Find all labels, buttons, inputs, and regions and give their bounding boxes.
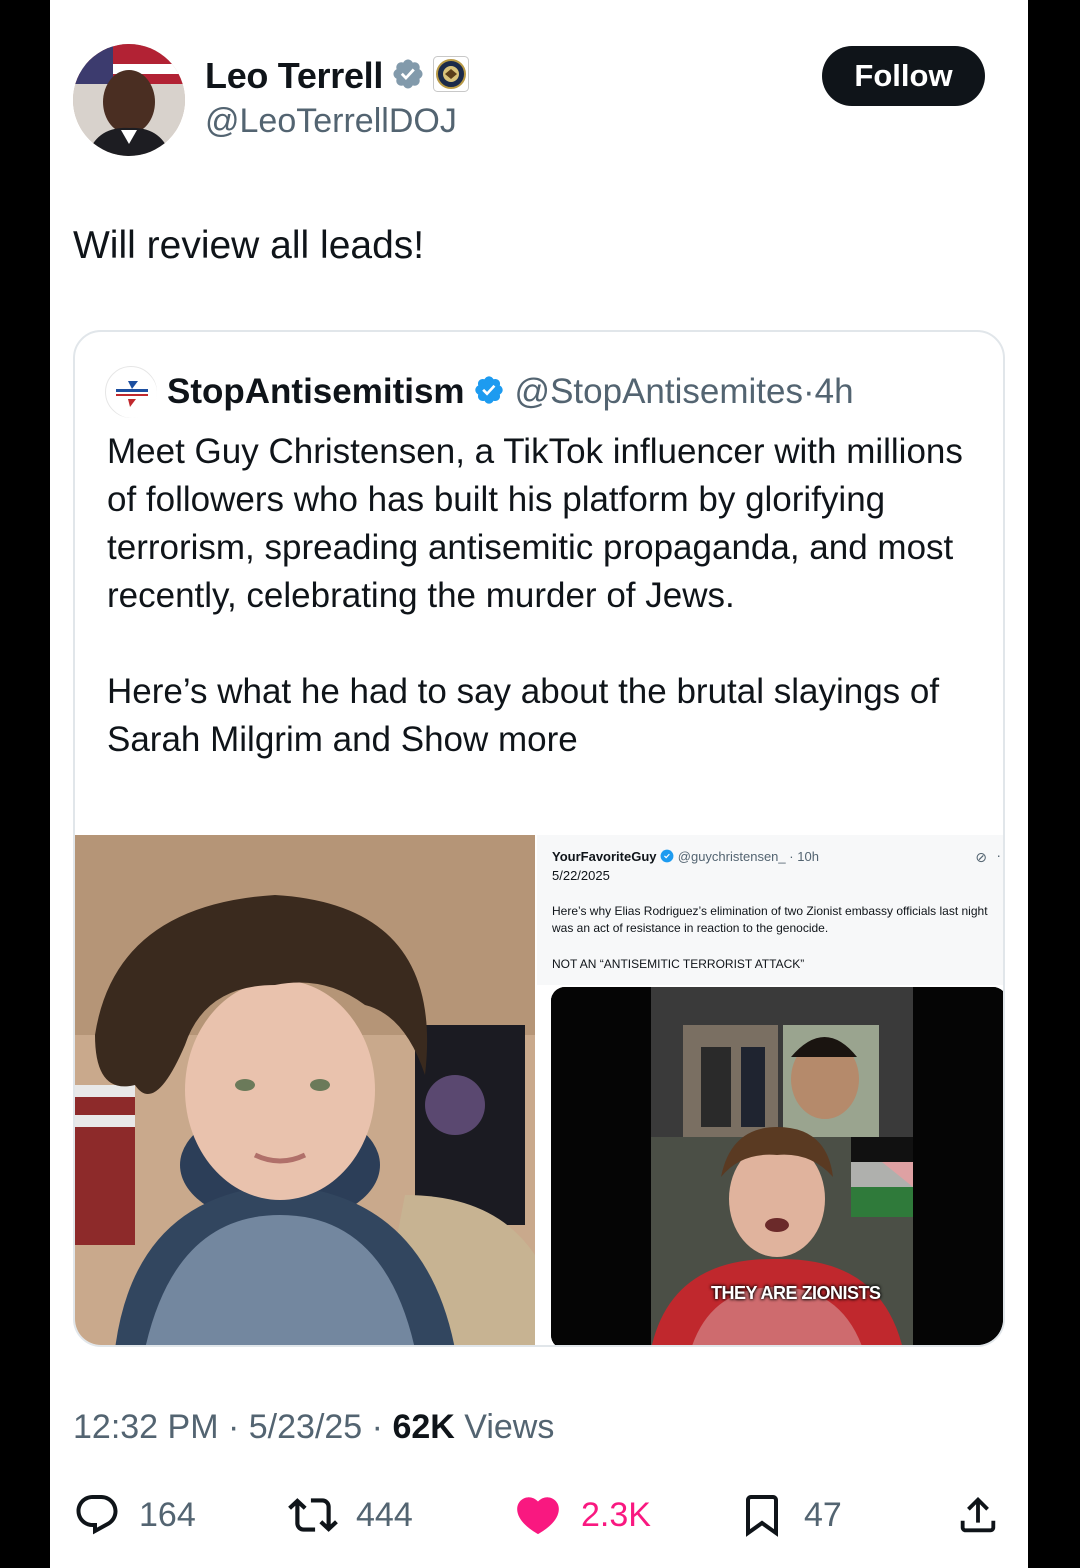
embedded-caps-text: NOT AN “ANTISEMITIC TERRORIST ATTACK” xyxy=(552,957,805,971)
author-avatar[interactable] xyxy=(73,44,185,156)
show-more-link[interactable]: Show more xyxy=(401,720,578,759)
quoted-tweet[interactable]: StopAntisemitism @StopAntisemites · 4h M… xyxy=(73,330,1005,1347)
quoted-media[interactable]: YourFavoriteGuy @guychristensen_ · 10h 5… xyxy=(75,835,1003,1345)
quoted-handle[interactable]: @StopAntisemites xyxy=(515,372,803,412)
reply-button[interactable]: 164 xyxy=(73,1485,196,1545)
embedded-text: Here’s why Elias Rodriguez’s elimination… xyxy=(552,904,988,935)
tweet-metadata: 12:32 PM · 5/23/25 · 62K Views xyxy=(73,1408,554,1447)
quoted-display-name[interactable]: StopAntisemitism xyxy=(167,372,465,412)
embedded-date: 5/22/2025 xyxy=(552,868,610,883)
verified-badge-icon xyxy=(473,374,505,411)
tweet-text: Will review all leads! xyxy=(73,224,425,267)
bookmark-button[interactable]: 47 xyxy=(738,1485,842,1545)
quoted-paragraph-1: Meet Guy Christensen, a TikTok influence… xyxy=(107,432,963,615)
quoted-text: Meet Guy Christensen, a TikTok influence… xyxy=(107,428,987,812)
like-button[interactable]: 2.3K xyxy=(513,1485,651,1545)
video-caption: THEY ARE ZIONISTS xyxy=(711,1283,881,1303)
quoted-author-avatar[interactable] xyxy=(105,366,157,418)
embedded-display-name: YourFavoriteGuy xyxy=(552,849,657,864)
bookmark-icon xyxy=(738,1491,786,1539)
reply-count: 164 xyxy=(139,1495,196,1534)
embedded-time: 10h xyxy=(797,849,819,864)
share-button[interactable] xyxy=(955,1485,1001,1545)
quoted-timestamp[interactable]: 4h xyxy=(815,372,854,412)
separator-dot: · xyxy=(789,849,794,864)
repost-count: 444 xyxy=(356,1495,413,1534)
verified-badge-icon xyxy=(660,849,674,866)
author-handle[interactable]: @LeoTerrellDOJ xyxy=(205,102,457,141)
author-display-name[interactable]: Leo Terrell xyxy=(205,55,383,97)
follow-button[interactable]: Follow xyxy=(822,46,985,106)
bookmark-count: 47 xyxy=(804,1495,842,1534)
repost-icon xyxy=(288,1490,338,1540)
repost-button[interactable]: 444 xyxy=(288,1485,413,1545)
media-image-portrait[interactable] xyxy=(75,835,535,1345)
views-count[interactable]: 62K xyxy=(392,1408,454,1446)
separator-dot: · xyxy=(227,1408,249,1446)
verified-badge-icon xyxy=(391,57,425,96)
embedded-handle: @guychristensen_ xyxy=(677,849,786,864)
action-bar: 164 444 2.3K 47 xyxy=(73,1485,1005,1545)
like-count: 2.3K xyxy=(581,1495,651,1534)
separator-dot: · xyxy=(802,372,815,411)
reply-icon xyxy=(73,1491,121,1539)
grok-icon: ⊘ xyxy=(975,849,987,865)
embedded-tweet: YourFavoriteGuy @guychristensen_ · 10h 5… xyxy=(537,835,1003,985)
embedded-video[interactable]: THEY ARE ZIONISTS xyxy=(551,987,1003,1345)
tweet-time[interactable]: 12:32 PM xyxy=(73,1408,219,1446)
tweet-page: Leo Terrell @LeoTerrellDOJ Follow Will r… xyxy=(50,0,1028,1568)
separator-dot: · xyxy=(371,1408,393,1446)
tweet-date[interactable]: 5/23/25 xyxy=(249,1408,362,1446)
heart-icon xyxy=(513,1490,563,1540)
doj-seal-icon xyxy=(433,55,470,97)
views-label: Views xyxy=(464,1408,555,1446)
share-icon xyxy=(955,1492,1001,1538)
media-screenshot[interactable]: YourFavoriteGuy @guychristensen_ · 10h 5… xyxy=(537,835,1003,1345)
more-icon: · xyxy=(996,847,1001,863)
